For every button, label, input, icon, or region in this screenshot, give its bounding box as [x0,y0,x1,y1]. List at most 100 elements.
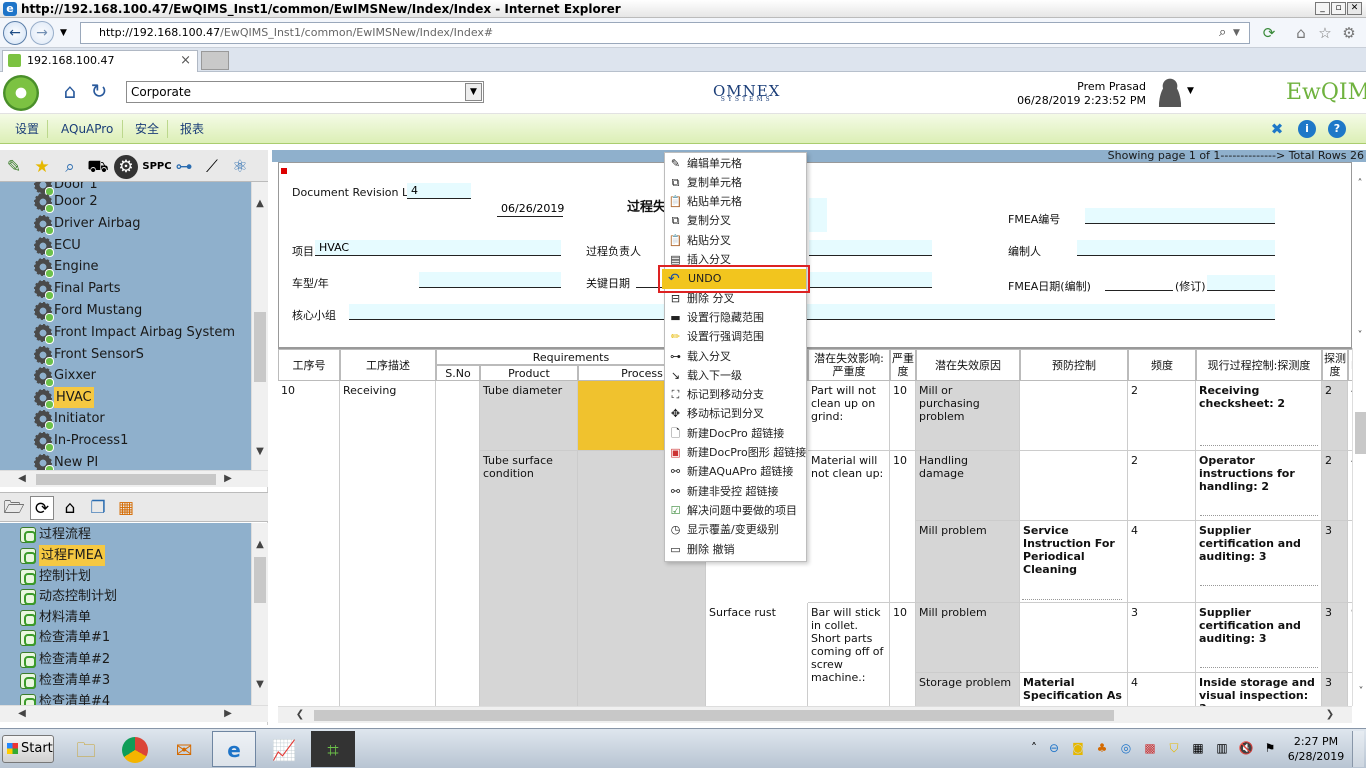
address-dropdown-icon[interactable]: ▼ [1233,23,1240,43]
cell-detection[interactable]: 3 [1322,603,1348,673]
cell-detection-control[interactable]: Operator instructions for handling: 2 [1196,451,1322,521]
ctx-paste-branch[interactable]: 📋 粘贴分叉 [665,231,808,250]
ctx-new-aquapro-link[interactable]: ⚯ 新建AQuAPro 超链接 [665,462,808,481]
doc-tree-item[interactable]: 材料清单 [20,607,91,628]
close-window-button[interactable]: ✕ [1347,2,1362,15]
user-menu-chevron-icon[interactable]: ▼ [1187,86,1194,96]
cell-prevention[interactable] [1020,381,1128,451]
ctx-new-uncontrolled-link[interactable]: ⚯ 新建非受控 超链接 [665,482,808,501]
cell-detection-control[interactable]: Receiving checksheet: 2 [1196,381,1322,451]
cell-prevention[interactable] [1020,451,1128,521]
doc-rev-field[interactable]: 4 [407,183,471,199]
folder-icon[interactable]: 🗁 [2,496,26,520]
search-icon[interactable]: ⌕ [1219,23,1226,43]
scroll-thumb[interactable] [1355,412,1366,454]
refresh-icon[interactable]: ⟳ [1260,24,1278,42]
scroll-down-icon[interactable]: ˅ [1353,684,1366,700]
app-taskbar-icon[interactable]: 📈 [262,731,306,767]
process-owner-field[interactable] [809,240,932,256]
cell-effect[interactable]: Bar will stick in collet. Short parts co… [808,603,890,706]
date-field[interactable]: 06/26/2019 [497,201,564,217]
cell-occurrence[interactable]: 2 [1128,381,1196,451]
ctx-set-highlight-range[interactable]: ✏ 设置行强调范围 [665,327,808,346]
cell-prevention[interactable]: Material Specification As [1020,673,1128,706]
sppc-icon[interactable]: SPPC [142,155,172,179]
fmea-no-field[interactable] [1085,208,1275,224]
tray-volume-icon[interactable]: 🔇 [1238,740,1254,756]
forward-button[interactable]: → [30,21,54,45]
tree-item[interactable]: Engine [34,256,99,278]
fmea-date-field[interactable] [1105,275,1173,291]
doc-tree-item[interactable]: 检查清单#2 [20,649,110,670]
info-icon[interactable]: i [1298,120,1316,138]
cell-detection[interactable]: 2 [1322,381,1348,451]
ctx-undo[interactable]: ↶ UNDO [662,269,806,289]
edit-doc-icon[interactable]: ✎ [2,155,26,179]
scroll-down-icon[interactable]: ▼ [252,677,268,693]
menu-aquapro[interactable]: AQuAPro [58,114,116,144]
molecule-icon[interactable]: ⚛ [228,155,252,179]
tray-shield-icon[interactable]: ⛉ [1166,740,1182,756]
cell-detection-control[interactable]: Supplier certification and auditing: 3 [1196,603,1322,673]
refresh-icon[interactable]: ↻ [86,78,112,104]
scroll-left-icon[interactable]: ❮ [292,707,308,723]
ctx-undo-highlight[interactable]: ↶ UNDO [658,265,810,293]
gear-module-icon[interactable]: ⚙ [114,155,138,179]
cell-sno[interactable] [436,381,480,706]
scroll-up-icon[interactable]: ˄ [1352,176,1366,192]
ctx-load-branch[interactable]: ⊶ 载入分叉 [665,347,808,366]
cell-effect[interactable]: Material will not clean up: [808,451,890,603]
tree-item[interactable]: Driver Airbag [34,213,140,235]
cell-cause[interactable]: Handling damage [916,451,1020,521]
help-icon[interactable]: ? [1328,120,1346,138]
tray-app-icon[interactable]: ◙ [1070,740,1086,756]
cell-detection-control[interactable]: Supplier certification and auditing: 3 [1196,521,1322,603]
tree-item[interactable]: Door 2 [34,191,98,213]
chevron-down-icon[interactable]: ▼ [465,83,482,101]
cell-cause[interactable]: Storage problem [916,673,1020,706]
cell-occurrence[interactable]: 4 [1128,673,1196,706]
tray-app-icon[interactable]: ▦ [1190,740,1206,756]
cell-failure-mode[interactable]: Surface rust [706,603,808,706]
windows-icon[interactable]: ❐ [86,496,110,520]
tree-item[interactable]: Initiator [34,408,105,430]
new-tab-button[interactable] [201,51,229,70]
ctx-paste-cell[interactable]: 📋 粘贴单元格 [665,192,808,211]
search-icon[interactable]: ⌕ [58,155,82,179]
cell-severity[interactable]: 10 [890,603,916,706]
settings-gear-icon[interactable]: ⚙ [1340,24,1358,42]
ctx-set-hidden-range[interactable]: ▬ 设置行隐藏范围 [665,308,808,327]
tray-app-icon[interactable]: ◎ [1118,740,1134,756]
cell-detection-control[interactable]: Inside storage and visual inspection: 3 [1196,673,1322,706]
key-date-ext-field[interactable] [809,272,932,288]
doc-tree-item[interactable]: 控制计划 [20,566,91,587]
doc-tree-item[interactable]: 检查清单#1 [20,627,110,648]
ctx-new-docpro-graphic-link[interactable]: ▣ 新建DocPro图形 超链接 [665,443,808,462]
tray-app-icon[interactable]: ♣ [1094,740,1110,756]
cell-cause[interactable]: Mill or purchasing problem [916,381,1020,451]
model-year-field[interactable] [419,272,561,288]
scroll-left-icon[interactable]: ◀ [14,706,30,722]
house-doc-icon[interactable]: ⌂ [58,496,82,520]
cell-effect[interactable]: Part will not clean up on grind: [808,381,890,451]
grid-horizontal-scrollbar[interactable]: ❮ ❯ [278,706,1352,723]
scroll-left-icon[interactable]: ◀ [14,471,30,487]
cell-detection[interactable]: 3 [1322,673,1348,706]
scroll-up-icon[interactable]: ▲ [252,196,268,212]
tree-item-selected[interactable]: HVAC [34,387,94,409]
history-dropdown-icon[interactable]: ▼ [60,28,67,38]
process-icon[interactable]: ⟳ [30,496,54,520]
cart-icon[interactable]: ⛟ [86,155,110,179]
tray-expand-icon[interactable]: ˄ [1026,740,1042,756]
cell-prevention[interactable]: Service Instruction For Periodical Clean… [1020,521,1128,603]
cell-occurrence[interactable]: 4 [1128,521,1196,603]
tree-item[interactable]: In-Process1 [34,430,128,452]
avatar[interactable] [1156,77,1184,107]
tree-item[interactable]: New PI [34,452,98,470]
cell-cause[interactable]: Mill problem [916,603,1020,673]
tree-item[interactable]: Ford Mustang [34,300,142,322]
home-icon[interactable]: ⌂ [57,78,83,104]
doc-tree-item[interactable]: 动态控制计划 [20,586,117,607]
cell-detection[interactable]: 2 [1322,451,1348,521]
form-vertical-scrollbar[interactable]: ˄ ˅ [1352,162,1366,348]
